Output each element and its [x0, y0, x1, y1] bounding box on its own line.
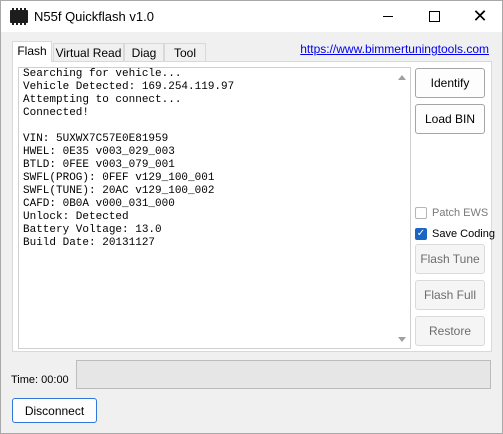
console-line: SWFL(TUNE): 20AC v129_100_002	[23, 185, 215, 197]
console-line: CAFD: 0B0A v000_031_000	[23, 198, 175, 210]
checkbox-box[interactable]	[415, 207, 427, 219]
console-line: Attempting to connect...	[23, 94, 182, 106]
console-output[interactable]: Searching for vehicle... Vehicle Detected…	[18, 67, 411, 349]
scroll-up-button[interactable]	[393, 70, 410, 84]
console-text: Searching for vehicle... Vehicle Detected…	[23, 68, 234, 250]
console-line: Searching for vehicle...	[23, 68, 182, 80]
restore-button[interactable]: Restore	[415, 316, 485, 346]
website-link[interactable]: https://www.bimmertuningtools.com	[300, 42, 489, 56]
console-line: Build Date: 20131127	[23, 237, 156, 249]
console-scrollbar[interactable]	[393, 68, 410, 348]
close-button[interactable]: ✕	[457, 1, 503, 32]
console-line: Battery Voltage: 13.0	[23, 224, 162, 236]
console-line: SWFL(PROG): 0FEF v129_100_001	[23, 172, 215, 184]
flash-tune-button[interactable]: Flash Tune	[415, 244, 485, 274]
save-coding-label: Save Coding	[432, 228, 495, 240]
window-title: N55f Quickflash v1.0	[34, 9, 154, 24]
load-bin-button[interactable]: Load BIN	[415, 104, 485, 134]
chip-icon	[10, 8, 28, 25]
patch-ews-checkbox[interactable]: Patch EWS	[415, 207, 488, 219]
maximize-icon	[428, 11, 440, 22]
save-coding-checkbox[interactable]: ✓ Save Coding	[415, 228, 495, 240]
disconnect-button[interactable]: Disconnect	[12, 398, 97, 423]
console-line: Connected!	[23, 107, 90, 119]
tab-diag[interactable]: Diag	[124, 43, 164, 61]
maximize-button[interactable]	[411, 1, 457, 32]
console-line: HWEL: 0E35 v003_029_003	[23, 146, 175, 158]
tab-flash[interactable]: Flash	[12, 41, 52, 62]
checkmark-icon[interactable]: ✓	[415, 228, 427, 240]
patch-ews-label: Patch EWS	[432, 207, 489, 219]
console-line: VIN: 5UXWX7C57E0E81959	[23, 133, 169, 145]
title-bar[interactable]: N55f Quickflash v1.0 ✕	[1, 1, 502, 32]
progress-bar	[76, 360, 491, 389]
time-label: Time: 00:00	[11, 374, 69, 386]
close-icon: ✕	[472, 5, 488, 27]
console-line: Unlock: Detected	[23, 211, 129, 223]
identify-button[interactable]: Identify	[415, 68, 485, 98]
console-line: Vehicle Detected: 169.254.119.97	[23, 81, 235, 93]
minimize-icon	[383, 16, 393, 17]
tab-tool[interactable]: Tool	[164, 43, 206, 61]
minimize-button[interactable]	[365, 1, 411, 32]
tab-virtual-read[interactable]: Virtual Read	[53, 43, 124, 61]
scroll-down-arrow-icon	[397, 336, 406, 342]
console-line: BTLD: 0FEE v003_079_001	[23, 159, 175, 171]
flash-full-button[interactable]: Flash Full	[415, 280, 485, 310]
scroll-up-arrow-icon	[397, 74, 406, 80]
scroll-down-button[interactable]	[393, 332, 410, 346]
